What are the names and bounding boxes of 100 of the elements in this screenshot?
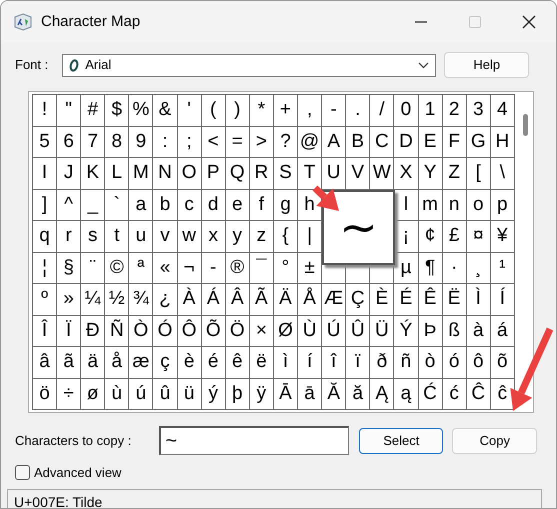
copy-button[interactable]: Copy bbox=[452, 428, 538, 454]
character-cell[interactable]: g bbox=[274, 190, 298, 221]
character-cell[interactable]: Ý bbox=[394, 316, 418, 347]
character-cell[interactable]: Ą bbox=[370, 378, 394, 410]
character-cell[interactable]: K bbox=[81, 158, 106, 190]
copy-input-field[interactable]: ~ bbox=[159, 426, 350, 455]
character-cell[interactable]: ; bbox=[178, 126, 202, 158]
character-cell[interactable]: z bbox=[250, 221, 274, 252]
character-cell[interactable]: $ bbox=[105, 95, 130, 126]
character-cell[interactable]: Ă bbox=[322, 378, 346, 410]
character-cell[interactable]: v bbox=[153, 221, 178, 252]
character-cell[interactable]: D bbox=[394, 126, 418, 158]
character-cell[interactable]: U bbox=[322, 158, 346, 190]
character-cell[interactable]: * bbox=[250, 95, 274, 126]
character-cell[interactable]: 0 bbox=[394, 95, 418, 126]
character-cell[interactable]: > bbox=[250, 126, 274, 158]
character-cell[interactable]: [ bbox=[466, 158, 491, 190]
character-cell[interactable]: l bbox=[394, 190, 418, 221]
character-cell[interactable]: ÿ bbox=[250, 378, 274, 410]
character-cell[interactable]: | bbox=[298, 221, 322, 252]
character-cell[interactable]: ü bbox=[178, 378, 202, 410]
character-cell[interactable]: É bbox=[394, 284, 418, 316]
character-cell[interactable]: ( bbox=[202, 95, 226, 126]
character-cell[interactable]: þ bbox=[226, 378, 250, 410]
character-cell[interactable]: ¶ bbox=[418, 252, 443, 284]
character-cell[interactable]: c bbox=[178, 190, 202, 221]
character-cell[interactable]: ¸ bbox=[466, 252, 491, 284]
character-cell[interactable]: Ć bbox=[418, 378, 443, 410]
character-cell[interactable]: V bbox=[346, 158, 370, 190]
character-cell[interactable]: « bbox=[153, 252, 178, 284]
character-cell[interactable]: ¦ bbox=[33, 252, 58, 284]
character-cell[interactable]: é bbox=[202, 347, 226, 378]
character-cell[interactable]: Ü bbox=[370, 316, 394, 347]
character-cell[interactable]: 3 bbox=[466, 95, 491, 126]
character-cell[interactable]: ! bbox=[33, 95, 58, 126]
character-cell[interactable]: f bbox=[250, 190, 274, 221]
character-cell[interactable]: 4 bbox=[490, 95, 515, 126]
character-cell[interactable]: 9 bbox=[129, 126, 154, 158]
character-cell[interactable]: Ñ bbox=[105, 316, 130, 347]
character-cell[interactable]: ï bbox=[346, 347, 370, 378]
character-cell[interactable]: L bbox=[105, 158, 130, 190]
character-cell[interactable]: m bbox=[418, 190, 443, 221]
character-cell[interactable]: ® bbox=[226, 252, 250, 284]
character-cell[interactable]: r bbox=[57, 221, 82, 252]
character-cell[interactable]: u bbox=[129, 221, 154, 252]
character-cell[interactable]: Ë bbox=[442, 284, 467, 316]
character-cell[interactable]: x bbox=[202, 221, 226, 252]
character-cell[interactable]: ½ bbox=[105, 284, 130, 316]
character-cell[interactable]: Ó bbox=[153, 316, 178, 347]
character-cell[interactable]: O bbox=[178, 158, 202, 190]
character-cell[interactable]: 8 bbox=[105, 126, 130, 158]
character-cell[interactable]: ú bbox=[129, 378, 154, 410]
character-cell[interactable]: ¡ bbox=[394, 221, 418, 252]
character-cell[interactable]: ¾ bbox=[129, 284, 154, 316]
character-cell[interactable]: Ø bbox=[274, 316, 298, 347]
character-cell[interactable]: o bbox=[466, 190, 491, 221]
character-cell[interactable]: ¥ bbox=[490, 221, 515, 252]
character-cell[interactable]: # bbox=[81, 95, 106, 126]
character-cell[interactable]: ê bbox=[226, 347, 250, 378]
character-cell[interactable]: E bbox=[418, 126, 443, 158]
character-cell[interactable]: ø bbox=[81, 378, 106, 410]
character-cell[interactable]: ð bbox=[370, 347, 394, 378]
character-cell[interactable]: I bbox=[33, 158, 58, 190]
character-cell[interactable]: ò bbox=[418, 347, 443, 378]
character-cell[interactable]: w bbox=[178, 221, 202, 252]
character-cell[interactable]: ª bbox=[129, 252, 154, 284]
character-cell[interactable]: ¤ bbox=[466, 221, 491, 252]
font-dropdown[interactable]: Arial bbox=[62, 54, 436, 76]
character-cell[interactable]: " bbox=[57, 95, 82, 126]
character-cell[interactable]: Ú bbox=[322, 316, 346, 347]
character-cell[interactable]: H bbox=[490, 126, 515, 158]
character-cell[interactable]: e bbox=[226, 190, 250, 221]
character-cell[interactable]: 5 bbox=[33, 126, 58, 158]
character-cell[interactable]: s bbox=[81, 221, 106, 252]
character-cell[interactable]: ? bbox=[274, 126, 298, 158]
character-cell[interactable]: Æ bbox=[322, 284, 346, 316]
character-cell[interactable]: ¬ bbox=[178, 252, 202, 284]
character-cell[interactable]: - bbox=[202, 252, 226, 284]
character-cell[interactable]: W bbox=[370, 158, 394, 190]
character-cell[interactable]: î bbox=[322, 347, 346, 378]
character-cell[interactable]: Á bbox=[202, 284, 226, 316]
character-cell[interactable]: q bbox=[33, 221, 58, 252]
character-cell[interactable]: ć bbox=[442, 378, 467, 410]
character-cell[interactable]: Z bbox=[442, 158, 467, 190]
character-cell[interactable]: û bbox=[153, 378, 178, 410]
character-cell[interactable]: a bbox=[129, 190, 154, 221]
character-cell[interactable]: { bbox=[274, 221, 298, 252]
character-cell[interactable]: à bbox=[466, 316, 491, 347]
character-cell[interactable]: 7 bbox=[81, 126, 106, 158]
character-cell[interactable]: Û bbox=[346, 316, 370, 347]
character-cell[interactable]: T bbox=[298, 158, 322, 190]
character-cell[interactable]: ì bbox=[274, 347, 298, 378]
character-cell[interactable]: Q bbox=[226, 158, 250, 190]
character-cell[interactable]: N bbox=[153, 158, 178, 190]
character-cell[interactable]: ¼ bbox=[81, 284, 106, 316]
character-cell[interactable]: d bbox=[202, 190, 226, 221]
character-cell[interactable]: \ bbox=[490, 158, 515, 190]
character-cell[interactable]: ¹ bbox=[490, 252, 515, 284]
character-cell[interactable]: í bbox=[298, 347, 322, 378]
character-cell[interactable]: Þ bbox=[418, 316, 443, 347]
